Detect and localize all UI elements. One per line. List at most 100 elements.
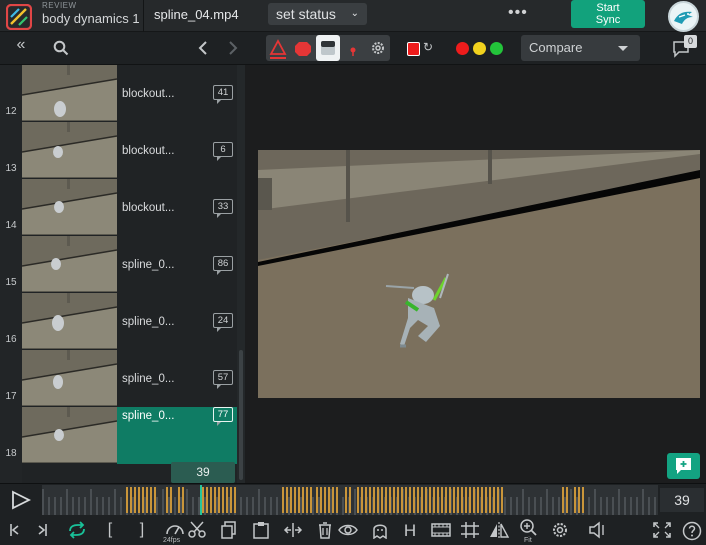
keyframe-mark	[493, 487, 495, 513]
playlist-item[interactable]: 17 spline_0... 57	[0, 350, 238, 407]
playlist-item[interactable]: 14 blockout... 33	[0, 179, 238, 236]
timeline-frame-number: 39	[660, 488, 704, 512]
timeline-tick	[312, 497, 314, 515]
previous-icon[interactable]	[197, 41, 209, 55]
keyframe-mark	[417, 487, 419, 513]
comment-count-badge: 6	[213, 142, 233, 161]
timeline-tick	[102, 497, 104, 515]
set-out-point-icon[interactable]: ]	[136, 521, 148, 541]
draw-settings-button[interactable]	[366, 35, 390, 61]
comment-count-badge: 86	[213, 256, 233, 275]
keyframe-mark	[393, 487, 395, 513]
timeline-tick	[90, 489, 92, 515]
set-status-dropdown[interactable]: set status ⌄	[268, 3, 367, 25]
scrollbar-thumb[interactable]	[239, 350, 243, 480]
comment-count-badge: 57	[213, 370, 233, 389]
keyframe-mark	[373, 487, 375, 513]
go-to-end-icon[interactable]	[36, 521, 50, 541]
keyframe-mark	[405, 487, 407, 513]
start-sync-button[interactable]: Start Sync	[571, 0, 645, 28]
video-frame[interactable]	[258, 150, 700, 398]
playlist-item[interactable]: 12 blockout... 41	[0, 65, 238, 122]
color-yellow[interactable]	[473, 42, 486, 55]
item-name: spline_0...	[122, 373, 175, 385]
help-icon[interactable]	[682, 521, 702, 541]
grid-icon[interactable]	[460, 521, 480, 541]
comment-count-badge: 33	[213, 199, 233, 218]
triangle-tool-button[interactable]	[266, 35, 290, 61]
play-icon[interactable]	[10, 490, 32, 510]
app-logo-icon[interactable]	[6, 4, 32, 30]
item-number: 13	[5, 163, 17, 174]
timeline-tick	[192, 497, 194, 515]
keyframe-mark	[142, 487, 144, 513]
trash-icon[interactable]	[316, 521, 334, 541]
keyframe-mark	[349, 487, 351, 513]
playhead[interactable]	[200, 485, 202, 515]
octagon-icon	[295, 42, 311, 56]
eraser-tool-button[interactable]	[316, 35, 340, 61]
next-icon[interactable]	[227, 41, 239, 55]
mirror-icon[interactable]	[488, 521, 510, 541]
loop-icon[interactable]	[66, 521, 88, 541]
timeline-tick	[252, 497, 254, 515]
compare-dropdown[interactable]: Compare	[521, 35, 640, 61]
keyframe-mark	[481, 487, 483, 513]
fullscreen-icon[interactable]	[652, 521, 672, 541]
keyframe-mark	[166, 487, 168, 513]
playback-toolbar: [ ] 24fps H Fit	[0, 515, 706, 545]
keyframe-mark	[501, 487, 503, 513]
ghost-icon[interactable]	[370, 521, 390, 541]
keyframe-mark	[381, 487, 383, 513]
search-icon[interactable]	[53, 40, 69, 56]
zoom-icon[interactable]	[519, 518, 539, 538]
keyframe-mark	[409, 487, 411, 513]
video-thumbnail	[22, 179, 117, 235]
volume-icon[interactable]	[587, 521, 609, 541]
video-thumbnail	[22, 407, 117, 463]
copy-icon[interactable]	[219, 521, 239, 541]
playlist-item-active[interactable]: 18 spline_0... 77	[0, 407, 238, 464]
playlist-item[interactable]: 13 blockout... 6	[0, 122, 238, 179]
color-green[interactable]	[490, 42, 503, 55]
item-number: 18	[5, 448, 17, 459]
comments-button[interactable]: 0	[672, 35, 698, 58]
keyframe-mark	[134, 487, 136, 513]
pin-tool-button[interactable]	[341, 35, 365, 61]
keyframe-mark	[377, 487, 379, 513]
timeline-tick	[66, 489, 68, 515]
triangle-icon	[269, 39, 287, 59]
more-options-button[interactable]: •••	[508, 4, 528, 22]
timeline-tick	[354, 489, 356, 515]
keyframe-mark	[170, 487, 172, 513]
timeline-tick	[642, 489, 644, 515]
move-frame-icon[interactable]	[283, 521, 303, 541]
set-in-point-icon[interactable]: [	[104, 521, 116, 541]
film-strip-icon[interactable]	[430, 521, 452, 541]
timeline-tick	[54, 497, 56, 515]
shape-tool-button[interactable]	[291, 35, 315, 61]
timeline-tick	[240, 497, 242, 515]
collapse-sidebar-icon[interactable]: «	[10, 36, 32, 54]
keyframe-mark	[385, 487, 387, 513]
timeline-tick	[258, 489, 260, 515]
eye-icon[interactable]	[337, 521, 359, 541]
keyframe-mark	[357, 487, 359, 513]
playlist-item[interactable]: 16 spline_0... 24	[0, 293, 238, 350]
hold-icon[interactable]: H	[402, 521, 418, 541]
keyframe-mark	[473, 487, 475, 513]
color-red[interactable]	[456, 42, 469, 55]
color-picker-button[interactable]: ↻	[405, 40, 435, 58]
cut-icon[interactable]	[187, 521, 207, 541]
user-avatar[interactable]	[668, 1, 699, 32]
timeline-scrubber[interactable]	[42, 485, 658, 515]
go-to-start-icon[interactable]	[7, 521, 21, 541]
project-name[interactable]: body dynamics 1	[42, 11, 140, 26]
keyframe-mark	[214, 487, 216, 513]
playlist-item[interactable]: 15 spline_0... 86	[0, 236, 238, 293]
timeline-tick	[612, 497, 614, 515]
settings-gear-icon[interactable]	[550, 521, 570, 541]
item-name: blockout...	[122, 202, 175, 214]
add-comment-button[interactable]	[667, 453, 700, 479]
paste-icon[interactable]	[251, 521, 271, 541]
